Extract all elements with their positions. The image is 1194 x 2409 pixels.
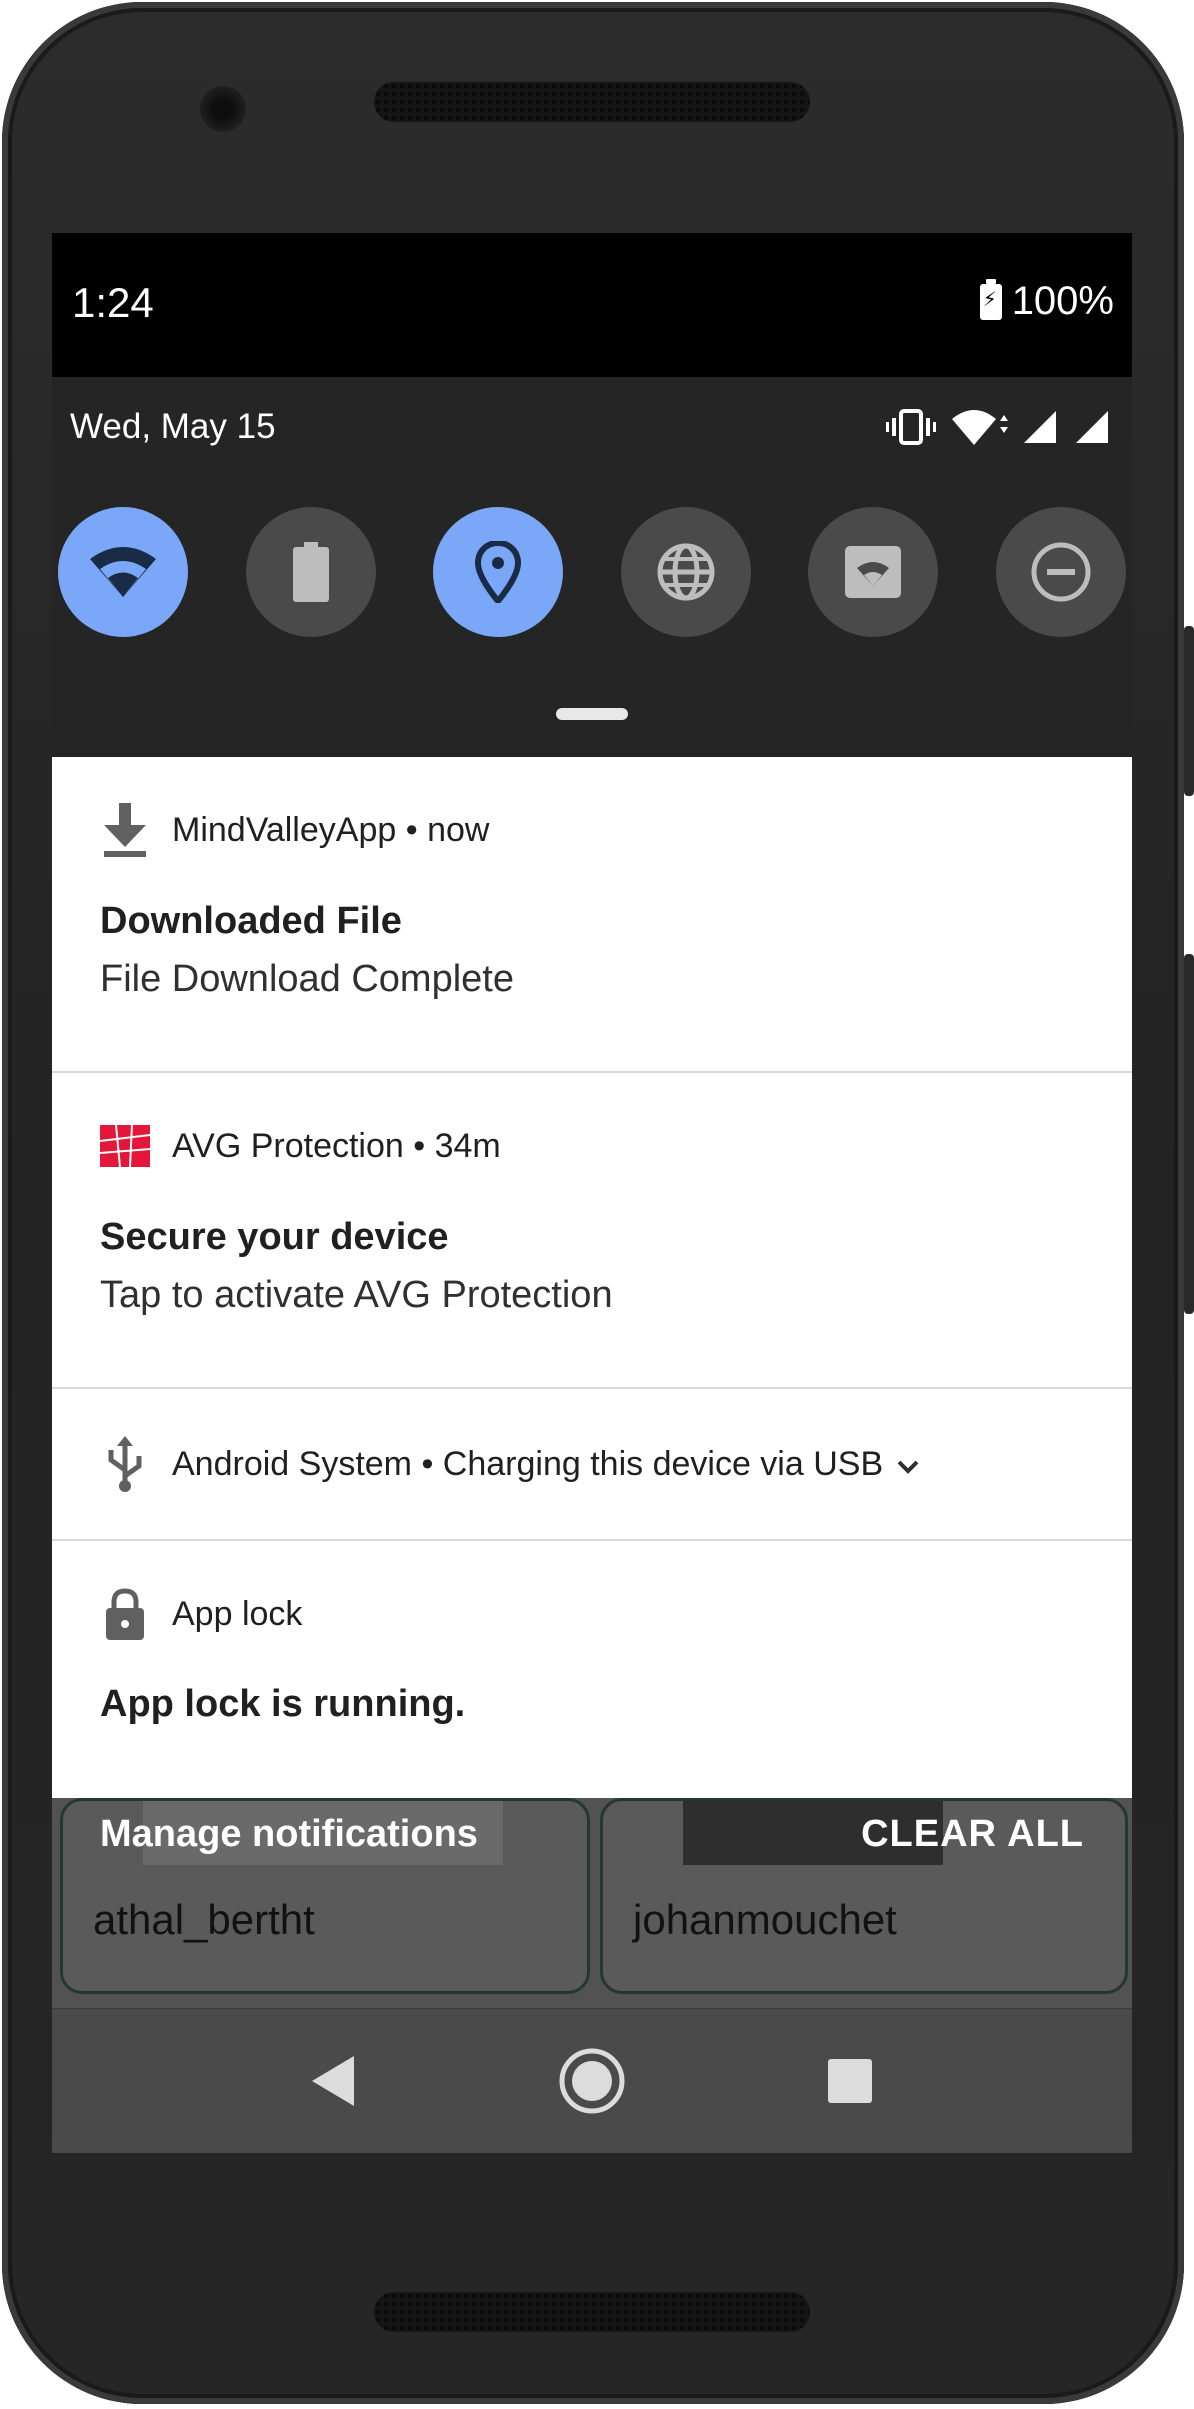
quick-settings: Wed, May 15	[52, 377, 1132, 757]
tile-battery-saver[interactable]	[245, 507, 376, 637]
location-pin-icon	[475, 541, 522, 603]
cell-signal-2-icon	[1076, 411, 1108, 443]
notification-avg[interactable]: AVG Protection • 34m Secure your device …	[52, 1073, 1132, 1387]
tile-do-not-disturb[interactable]	[995, 507, 1126, 637]
notification-app-name: MindValleyApp	[172, 810, 397, 849]
notification-summary: Charging this device via USB	[442, 1444, 884, 1483]
volume-button	[1184, 954, 1194, 1314]
manage-notifications-button[interactable]: Manage notifications	[100, 1813, 478, 1856]
phone-frame: 1:24 ⚡ 100% Wed, May 15 MindValleyApp • …	[0, 0, 1194, 2409]
card-username: athal_bertht	[93, 1896, 315, 1943]
tile-cast[interactable]	[808, 507, 939, 637]
notification-app-name: Android System	[172, 1444, 412, 1483]
notification-title: Downloaded File	[100, 900, 402, 942]
battery-charging-icon: ⚡	[979, 278, 1002, 320]
chevron-down-icon[interactable]	[897, 1445, 919, 1484]
status-bar: 1:24 ⚡ 100%	[52, 233, 1132, 377]
drag-handle[interactable]	[556, 708, 628, 720]
do-not-disturb-icon	[1031, 542, 1091, 602]
quick-tiles	[58, 507, 1126, 637]
notification-app-lock[interactable]: App lock App lock is running.	[52, 1541, 1132, 1798]
separator-dot: •	[396, 810, 428, 849]
power-button	[1184, 626, 1194, 796]
separator-dot: •	[412, 1444, 443, 1483]
wifi-icon	[90, 547, 156, 597]
card-username: johanmouchet	[633, 1896, 897, 1943]
battery-status: ⚡ 100%	[979, 278, 1114, 324]
notification-time: now	[427, 810, 490, 849]
back-icon[interactable]	[308, 2054, 358, 2108]
cast-icon	[845, 546, 902, 598]
top-speaker	[374, 82, 810, 122]
notification-header: App lock	[100, 1588, 303, 1640]
notification-title: App lock is running.	[100, 1683, 466, 1725]
notification-title: Secure your device	[100, 1216, 449, 1258]
wifi-status-icon	[952, 410, 1008, 445]
notification-mindvalley[interactable]: MindValleyApp • now Downloaded File File…	[52, 757, 1132, 1071]
battery-icon	[292, 542, 329, 602]
notification-header: AVG Protection • 34m	[100, 1121, 501, 1171]
tile-data-saver[interactable]	[620, 507, 751, 637]
notification-header: Android System • Charging this device vi…	[100, 1436, 919, 1492]
vibrate-icon	[886, 409, 936, 445]
cell-signal-icon	[1024, 411, 1056, 443]
battery-percent: 100%	[1011, 279, 1114, 323]
notification-android-system[interactable]: Android System • Charging this device vi…	[52, 1389, 1132, 1539]
recents-icon[interactable]	[826, 2057, 874, 2105]
clear-all-button[interactable]: CLEAR ALL	[861, 1813, 1084, 1856]
notification-body: Tap to activate AVG Protection	[100, 1274, 613, 1316]
download-icon	[100, 803, 150, 857]
tile-location[interactable]	[433, 507, 564, 637]
notification-time: 34m	[434, 1126, 501, 1165]
date-label: Wed, May 15	[70, 407, 276, 446]
notification-body: File Download Complete	[100, 958, 514, 1000]
separator-dot: •	[403, 1126, 435, 1165]
notification-header: MindValleyApp • now	[100, 803, 490, 857]
globe-icon	[657, 543, 715, 601]
status-icons	[886, 407, 1112, 447]
home-icon[interactable]	[558, 2047, 626, 2115]
navigation-bar	[52, 2009, 1132, 2153]
avg-icon	[100, 1121, 150, 1171]
clock: 1:24	[72, 279, 154, 326]
notification-app-name: App lock	[172, 1594, 303, 1633]
usb-icon	[100, 1436, 150, 1492]
screen: 1:24 ⚡ 100% Wed, May 15 MindValleyApp • …	[52, 233, 1132, 2153]
tile-wifi[interactable]	[58, 507, 188, 637]
bottom-speaker	[374, 2292, 810, 2332]
front-camera	[200, 86, 246, 132]
notification-app-name: AVG Protection	[172, 1126, 404, 1165]
lock-icon	[100, 1588, 150, 1640]
